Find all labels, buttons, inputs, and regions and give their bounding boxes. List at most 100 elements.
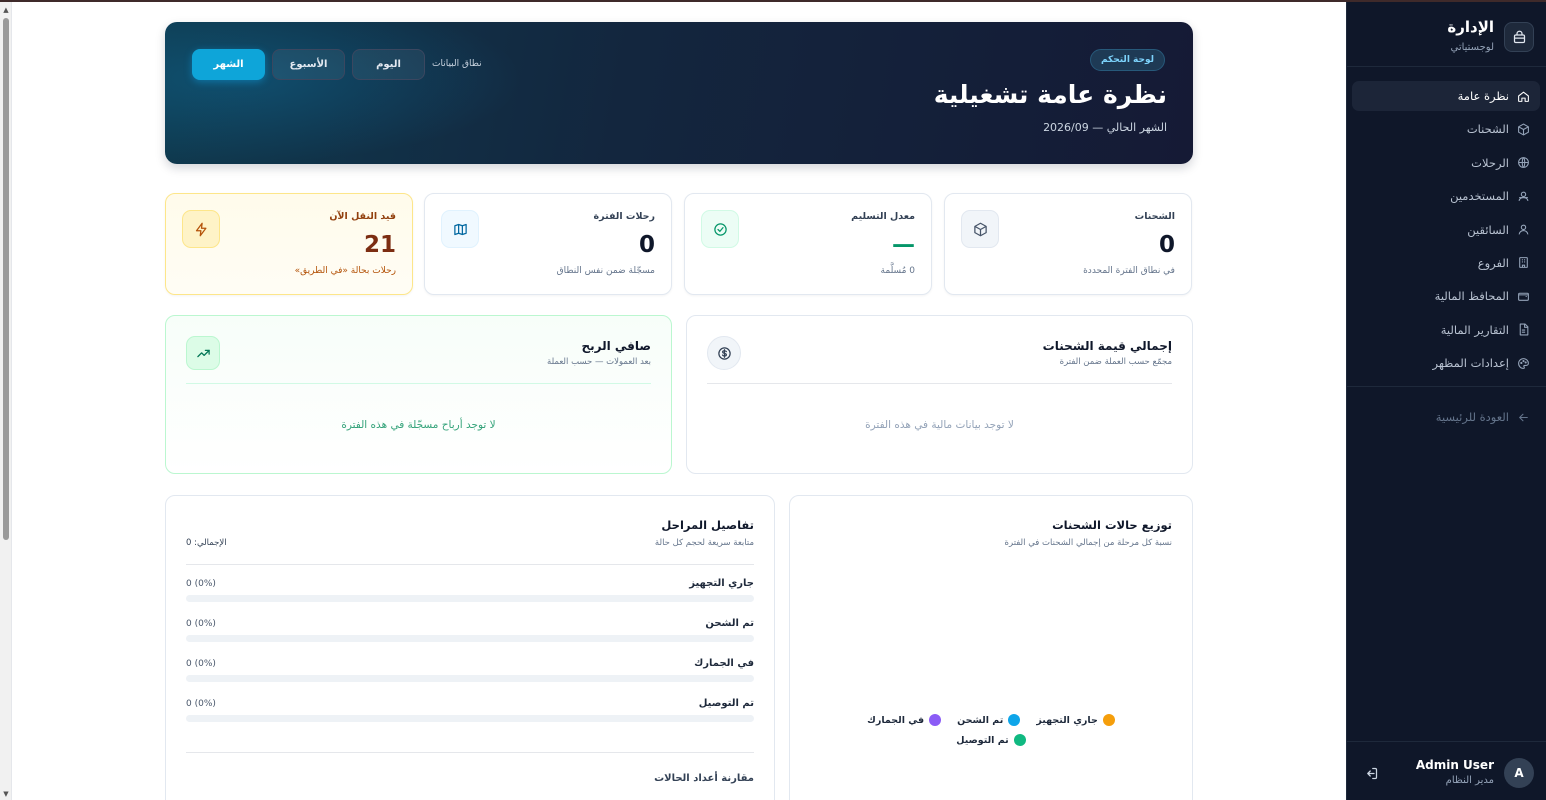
sidebar-item-label: التقارير المالية: [1440, 322, 1509, 337]
total-value-card: إجمالي قيمة الشحنات مجمّع حسب العملة ضمن…: [686, 315, 1193, 474]
card-title: صافي الربح: [581, 339, 651, 353]
stat-card-delivery-rate: معدل التسليم — 0 مُسلَّمة: [684, 193, 932, 295]
sidebar-item-users[interactable]: المستخدمين: [1352, 181, 1540, 211]
sidebar-item-financial-reports[interactable]: التقارير المالية: [1352, 315, 1540, 345]
legend-item[interactable]: تم التوصيل: [956, 734, 1026, 746]
stat-note: مسجّلة ضمن نفس النطاق: [556, 266, 655, 276]
stat-note: 0 مُسلَّمة: [880, 266, 915, 276]
card-subtitle: متابعة سريعة لحجم كل حالة: [654, 538, 754, 548]
stage-name: تم الشحن: [705, 618, 754, 629]
user-role: مدير النظام: [1445, 775, 1494, 786]
main-content: لوحة التحكم نظرة عامة تشغيلية الشهر الحا…: [12, 2, 1346, 800]
stage-value: 0 (0%): [186, 659, 216, 669]
globe-icon: [1518, 157, 1529, 169]
card-title: تفاصيل المراحل: [661, 518, 754, 532]
sidebar-item-trips[interactable]: الرحلات: [1352, 148, 1540, 178]
range-month-button[interactable]: الشهر: [192, 49, 265, 80]
user-name: Admin User: [1415, 758, 1494, 772]
range-label: نطاق البيانات: [432, 59, 482, 69]
legend-item[interactable]: في الجمارك: [867, 714, 942, 726]
users-icon: [1518, 191, 1529, 201]
box-icon: [961, 210, 999, 248]
card-title: توزيع حالات الشحنات: [1052, 518, 1172, 532]
card-divider: [707, 383, 1172, 384]
stage-name: جاري التجهيز: [689, 578, 754, 589]
brand[interactable]: الإدارة لوجستياتي: [1358, 18, 1534, 62]
sidebar-item-appearance[interactable]: إعدادات المظهر: [1352, 348, 1540, 378]
range-today-button[interactable]: اليوم: [352, 49, 425, 80]
stage-value: 0 (0%): [186, 699, 216, 709]
legend-dot-icon: [1102, 714, 1115, 726]
map-icon: [441, 210, 479, 248]
stat-note: رحلات بحالة «في الطريق»: [294, 266, 396, 276]
empty-state-text: لا توجد بيانات مالية في هذه الفترة: [865, 419, 1014, 431]
legend-item[interactable]: جاري التجهيز: [1036, 714, 1115, 726]
stat-label: الشحنات: [1134, 211, 1175, 222]
sidebar-item-wallets[interactable]: المحافظ المالية: [1352, 281, 1540, 311]
back-to-home-link[interactable]: العودة للرئيسية: [1352, 402, 1540, 432]
brand-title: الإدارة: [1447, 18, 1494, 36]
lightning-icon: [182, 210, 220, 248]
sidebar-nav: نظرة عامة الشحنات الرحلات المستخدمين الس…: [1352, 81, 1540, 382]
sidebar-item-label: المستخدمين: [1450, 189, 1509, 204]
user-profile[interactable]: A Admin User مدير النظام: [1358, 756, 1534, 792]
stat-value: 0: [638, 232, 655, 258]
legend-label: جاري التجهيز: [1036, 714, 1098, 726]
sidebar-item-shipments[interactable]: الشحنات: [1352, 114, 1540, 144]
stage-details-card: تفاصيل المراحل متابعة سريعة لحجم كل حالة…: [165, 495, 775, 800]
file-icon: [1519, 323, 1529, 336]
brand-subtitle: لوجستياتي: [1450, 42, 1494, 53]
stage-row: تم التوصيل 0 (0%): [186, 698, 754, 728]
stage-row: جاري التجهيز 0 (0%): [186, 578, 754, 608]
stat-label: رحلات الفترة: [593, 211, 655, 222]
legend-dot-icon: [1013, 734, 1026, 746]
empty-state-text: لا توجد أرباح مسجّلة في هذه الفترة: [341, 419, 496, 431]
stat-value: 0: [1158, 232, 1175, 258]
avatar: A: [1504, 758, 1534, 788]
stat-card-in-transit: قيد النقل الآن 21 رحلات بحالة «في الطريق…: [165, 193, 413, 295]
sidebar: الإدارة لوجستياتي نظرة عامة الشحنات الرح…: [1346, 2, 1546, 800]
arrow-left-icon: [1518, 413, 1528, 421]
dollar-icon: [707, 336, 741, 370]
check-circle-icon: [701, 210, 739, 248]
scrollbar-thumb[interactable]: [3, 18, 9, 540]
scroll-up-arrow-icon[interactable]: ▲: [2, 6, 10, 14]
home-icon: [1518, 91, 1529, 102]
stat-note: في نطاق الفترة المحددة: [1083, 266, 1175, 276]
scroll-down-arrow-icon[interactable]: ▼: [2, 790, 10, 798]
page-title: نظرة عامة تشغيلية: [933, 80, 1167, 109]
wallet-icon: [1518, 292, 1529, 301]
stage-value: 0 (0%): [186, 579, 216, 589]
user-icon: [1518, 224, 1529, 235]
compare-title: مقارنة أعداد الحالات: [654, 773, 754, 784]
stage-progress-track: [186, 595, 754, 602]
building-icon: [1519, 257, 1528, 269]
trending-up-icon: [186, 336, 220, 370]
sidebar-item-branches[interactable]: الفروع: [1352, 248, 1540, 278]
legend-item[interactable]: تم الشحن: [957, 714, 1021, 726]
stage-value: 0 (0%): [186, 619, 216, 629]
logout-icon[interactable]: [1364, 766, 1379, 785]
range-week-button[interactable]: الأسبوع: [272, 49, 345, 80]
sidebar-item-label: الشحنات: [1466, 122, 1509, 137]
sidebar-item-label: السائقين: [1467, 222, 1509, 237]
sidebar-item-overview[interactable]: نظرة عامة: [1352, 81, 1540, 111]
hero-banner: لوحة التحكم نظرة عامة تشغيلية الشهر الحا…: [165, 22, 1193, 164]
sidebar-item-label: الرحلات: [1471, 155, 1509, 170]
card-divider: [186, 383, 651, 384]
sidebar-item-label: الفروع: [1477, 255, 1509, 270]
dashboard-badge: لوحة التحكم: [1089, 49, 1165, 71]
sidebar-divider: [1346, 66, 1546, 67]
stage-name: تم التوصيل: [698, 698, 754, 709]
sidebar-divider: [1346, 741, 1546, 742]
sidebar-item-drivers[interactable]: السائقين: [1352, 215, 1540, 245]
stat-label: قيد النقل الآن: [329, 211, 396, 222]
hero-glow: [165, 22, 525, 164]
page-scrollbar[interactable]: ▲ ▼: [0, 2, 12, 800]
legend-dot-icon: [929, 714, 942, 726]
sidebar-item-label: المحافظ المالية: [1434, 289, 1509, 304]
sidebar-item-label: إعدادات المظهر: [1432, 356, 1509, 371]
legend-label: في الجمارك: [867, 714, 925, 726]
stat-label: معدل التسليم: [851, 211, 915, 222]
stage-row: في الجمارك 0 (0%): [186, 658, 754, 688]
